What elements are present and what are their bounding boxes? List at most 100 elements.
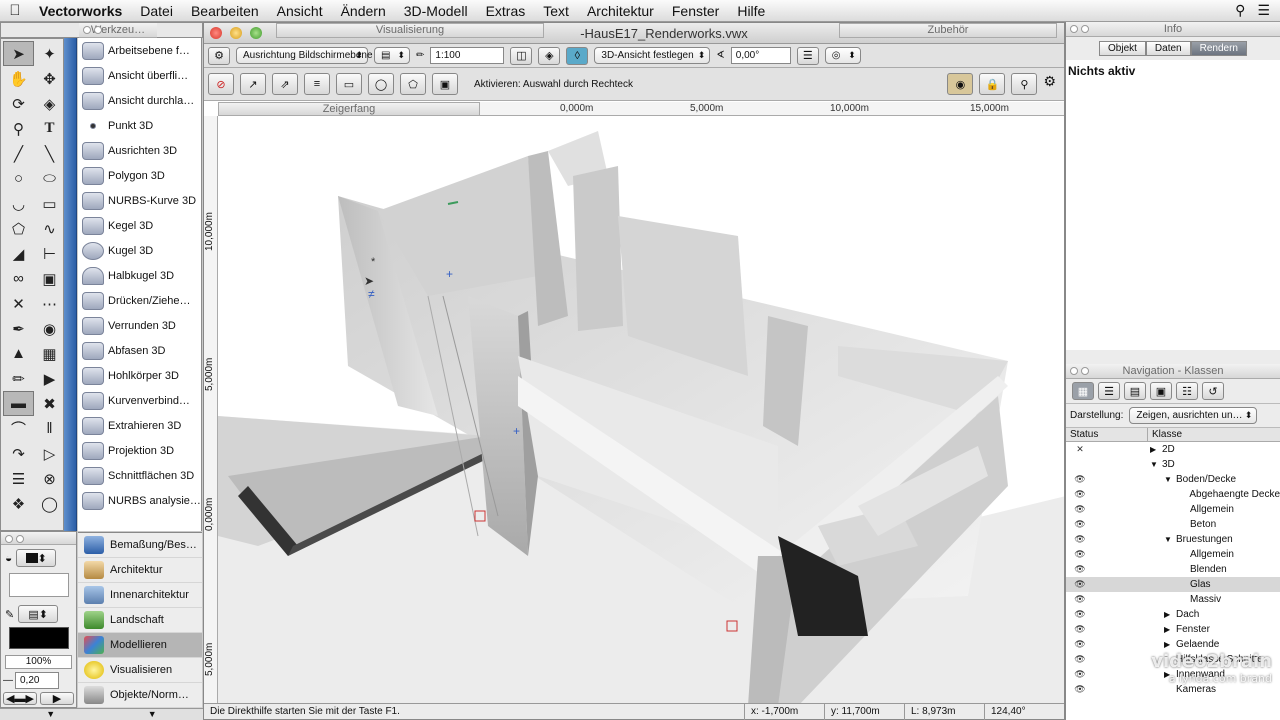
visibility-eye-icon[interactable]: 👁 (1066, 474, 1094, 485)
tab-daten[interactable]: Daten (1145, 41, 1191, 56)
crop-tool-icon[interactable]: ▦ (34, 341, 65, 366)
mode-align-icon[interactable]: ≡ (304, 73, 330, 95)
tool-item[interactable]: Halbkugel 3D (78, 263, 201, 288)
settings-gear-icon[interactable]: ⚙ (1043, 73, 1056, 95)
connect-tool-icon[interactable]: ↷ (3, 441, 34, 466)
layers-icon[interactable]: ☰ (796, 46, 819, 65)
attribute-tool-icon[interactable]: ▶ (34, 366, 65, 391)
rectangle-tool-icon[interactable]: ▭ (34, 191, 65, 216)
collapse-icon[interactable]: ▼ (46, 709, 55, 720)
circle-tool-icon[interactable]: ○ (3, 166, 34, 191)
mirror-tool-icon[interactable]: ⊗ (34, 466, 65, 491)
visibility-eye-icon[interactable]: 👁 (1066, 684, 1094, 695)
visibility-eye-icon[interactable]: 👁 (1066, 654, 1094, 665)
disclosure-triangle-icon[interactable]: ▼ (1150, 460, 1162, 469)
fill-color-select[interactable]: ⬍ (16, 549, 57, 567)
tab-rendern[interactable]: Rendern (1190, 41, 1247, 56)
collapse-icon[interactable]: ▼ (148, 709, 157, 720)
classes-icon[interactable]: ▦ (1072, 382, 1094, 400)
visibility-eye-icon[interactable]: 👁 (1066, 639, 1094, 650)
angle-field[interactable]: 0,00° (730, 47, 791, 64)
menu-3d-modell[interactable]: 3D-Modell (395, 0, 477, 22)
toolset-modellieren[interactable]: Modellieren (78, 633, 202, 658)
selection-arrow-icon[interactable]: ➤ (3, 41, 34, 66)
eyedropper-tool-icon[interactable]: ✒ (3, 316, 34, 341)
class-row[interactable]: 👁 ▼ Bruestungen (1066, 532, 1280, 547)
transform-icon[interactable]: ▣ (432, 73, 458, 95)
class-row[interactable]: 👁 Massiv (1066, 592, 1280, 607)
pen-style-select[interactable]: ▤⬍ (18, 605, 59, 623)
menu-datei[interactable]: Datei (131, 0, 182, 22)
line-tool-icon[interactable]: ╱ (3, 141, 34, 166)
render-mode-icon[interactable]: ◫ (510, 46, 533, 65)
menu-ansicht[interactable]: Ansicht (268, 0, 332, 22)
fillet-tool-icon[interactable]: ⌒ (3, 416, 34, 441)
spiral-tool-icon[interactable]: ∞ (3, 266, 34, 291)
projection-icon[interactable]: ◈ (538, 46, 561, 65)
hidden-x-icon[interactable]: ✕ (1066, 444, 1094, 455)
lasso-select-icon[interactable]: ◯ (368, 73, 394, 95)
class-row[interactable]: 👁 ▼ Boden/Decke (1066, 472, 1280, 487)
class-row[interactable]: 👁 Allgemein (1066, 502, 1280, 517)
polygon-select-icon[interactable]: ⬠ (400, 73, 426, 95)
double-line-tool-icon[interactable]: ╲ (34, 141, 65, 166)
class-row[interactable]: ▼ 3D (1066, 457, 1280, 472)
magnifier-icon[interactable]: ⚲ (1011, 73, 1038, 95)
disclosure-triangle-icon[interactable]: ▶ (1164, 640, 1176, 649)
close-icon[interactable] (210, 27, 222, 39)
visibility-eye-icon[interactable]: 👁 (1066, 564, 1094, 575)
offset-tool-icon[interactable]: ☰ (3, 466, 34, 491)
eraser-tool-icon[interactable]: ▬ (3, 391, 34, 416)
visibility-tool-icon[interactable]: ◉ (34, 316, 65, 341)
class-row[interactable]: 👁 ▶ Gelaende (1066, 637, 1280, 652)
toolset-architektur[interactable]: Architektur (78, 558, 202, 583)
text-tool-icon[interactable]: T (34, 116, 65, 141)
apple-menu-icon[interactable]:  (0, 2, 30, 19)
wall-tool-icon[interactable]: ◢ (3, 241, 34, 266)
menu-bearbeiten[interactable]: Bearbeiten (182, 0, 268, 22)
app-menu[interactable]: Vectorworks (30, 0, 131, 22)
scale-field[interactable]: 1:100 (430, 47, 505, 64)
zoom-value[interactable]: 100% (5, 655, 72, 669)
class-row[interactable]: 👁 Blenden (1066, 562, 1280, 577)
ausrichtung-select[interactable]: Ausrichtung Bildschirmebene (236, 47, 373, 64)
toolset-visualisieren[interactable]: Visualisieren (78, 658, 202, 683)
col-status[interactable]: Status (1066, 428, 1148, 441)
view-cube-icon[interactable]: ◊ (566, 46, 589, 65)
tool-item[interactable]: Punkt 3D (78, 113, 201, 138)
tool-item[interactable]: Abfasen 3D (78, 338, 201, 363)
mode-diagonal-icon[interactable]: ⇗ (272, 73, 298, 95)
minimize-icon[interactable] (230, 27, 242, 39)
oval-tool-icon[interactable]: ⬭ (34, 166, 65, 191)
zeigerfang-palette-titlebar[interactable]: Zeigerfang (218, 102, 480, 116)
toolset-landschaft[interactable]: Landschaft (78, 608, 202, 633)
visibility-eye-icon[interactable]: 👁 (1066, 489, 1094, 500)
menu-hilfe[interactable]: Hilfe (728, 0, 774, 22)
class-row[interactable]: 👁 Abgehaengte Decke (1066, 487, 1280, 502)
freehand-tool-icon[interactable]: ∿ (34, 216, 65, 241)
clip-tool-icon[interactable]: ❖ (3, 491, 34, 516)
mode-line-icon[interactable]: ↗ (240, 73, 266, 95)
pencil-tool-icon[interactable]: ✏ (3, 366, 34, 391)
visibility-eye-icon[interactable]: 👁 (1066, 519, 1094, 530)
list-menu-icon[interactable]: ☰ (1257, 2, 1270, 19)
zoom-window-icon[interactable] (250, 27, 262, 39)
no-snap-icon[interactable]: ⊘ (208, 73, 234, 95)
tool-item[interactable]: Kugel 3D (78, 238, 201, 263)
zoom-tool-icon[interactable]: ⚲ (3, 116, 34, 141)
tool-item[interactable]: Ansicht überfli… (78, 63, 201, 88)
tool-item[interactable]: NURBS analysie… (78, 488, 201, 513)
tool-item[interactable]: Ansicht durchla… (78, 88, 201, 113)
flyover-tool-icon[interactable]: ◈ (34, 91, 65, 116)
visibility-eye-icon[interactable]: ◉ (947, 73, 974, 95)
tool-item[interactable]: NURBS-Kurve 3D (78, 188, 201, 213)
locus-tool-icon[interactable]: ⋯ (34, 291, 65, 316)
visibility-eye-icon[interactable]: 👁 (1066, 594, 1094, 605)
snap-tool-icon[interactable]: ✦ (34, 41, 65, 66)
class-row[interactable]: 👁 ▶ Fenster (1066, 622, 1280, 637)
darstellung-select[interactable]: Zeigen, ausrichten un… (1129, 407, 1258, 424)
rect-select-icon[interactable]: ▭ (336, 73, 362, 95)
visibility-eye-icon[interactable]: 👁 (1066, 669, 1094, 680)
visibility-eye-icon[interactable]: 👁 (1066, 579, 1094, 590)
symbols-icon[interactable]: ↺ (1202, 382, 1224, 400)
